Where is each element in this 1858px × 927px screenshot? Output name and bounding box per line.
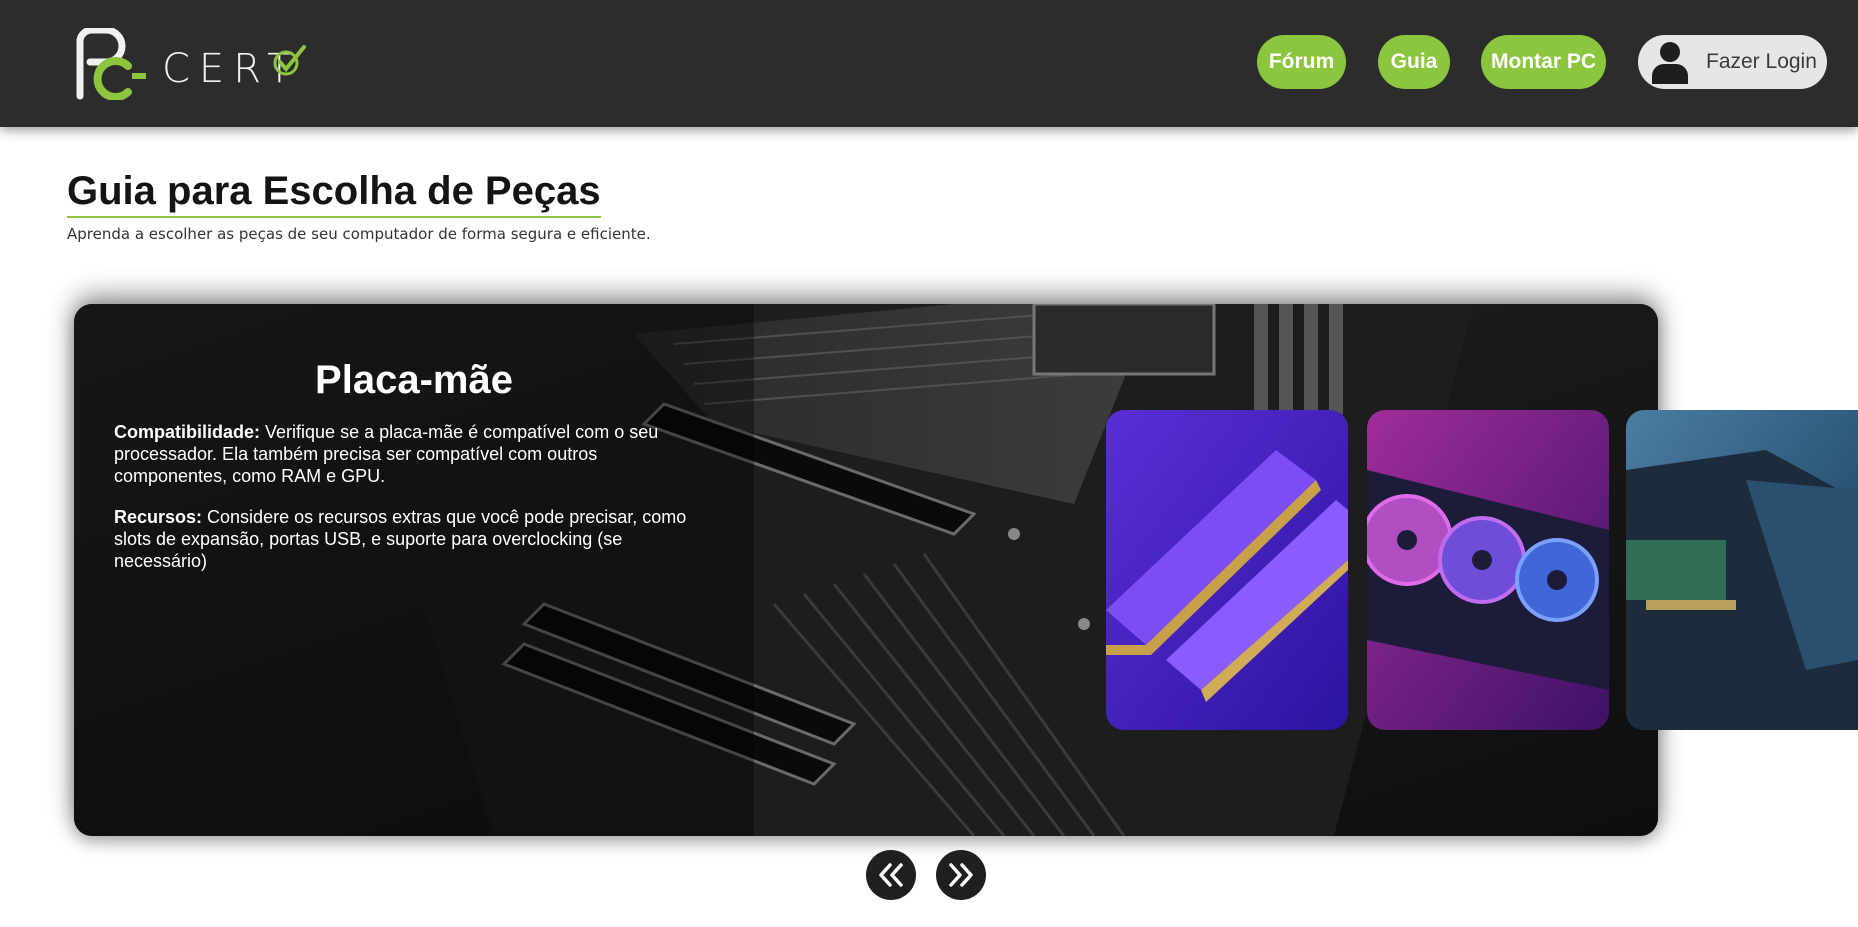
checkmark-icon xyxy=(273,45,306,76)
hdd-image xyxy=(1626,410,1858,730)
nav-montar-pc-button[interactable]: Montar PC xyxy=(1481,35,1606,89)
site-logo[interactable]: CERT xyxy=(72,26,312,101)
thumbnail-gpu[interactable] xyxy=(1367,410,1609,730)
carousel-prev-button[interactable] xyxy=(866,850,916,900)
login-label: Fazer Login xyxy=(1706,50,1817,73)
slide-paragraph-compatibility: Compatibilidade: Verifique se a placa-mã… xyxy=(114,421,704,487)
gpu-image xyxy=(1367,410,1609,730)
double-chevron-right-icon xyxy=(949,863,973,887)
resources-label: Recursos: xyxy=(114,507,203,527)
ram-image xyxy=(1106,410,1348,730)
slide-paragraph-resources: Recursos: Considere os recursos extras q… xyxy=(114,506,704,572)
carousel-next-button[interactable] xyxy=(936,850,986,900)
page-title: Guia para Escolha de Peças xyxy=(67,168,601,218)
thumbnail-ram[interactable] xyxy=(1106,410,1348,730)
login-button[interactable]: Fazer Login xyxy=(1638,35,1827,89)
nav-guia-button[interactable]: Guia xyxy=(1378,35,1450,89)
user-icon xyxy=(1652,42,1688,84)
nav-forum-button[interactable]: Fórum xyxy=(1257,35,1346,89)
double-chevron-left-icon xyxy=(879,863,903,887)
slide-title: Placa-mãe xyxy=(315,358,513,402)
site-header: CERT Fórum Guia Montar PC Fazer Login xyxy=(0,0,1858,127)
compatibility-label: Compatibilidade: xyxy=(114,422,261,442)
pc-logo-icon xyxy=(76,26,146,101)
thumbnail-hdd[interactable] xyxy=(1626,410,1858,730)
slide-body: Compatibilidade: Verifique se a placa-mã… xyxy=(114,421,704,591)
page-subtitle: Aprenda a escolher as peças de seu compu… xyxy=(67,225,651,243)
